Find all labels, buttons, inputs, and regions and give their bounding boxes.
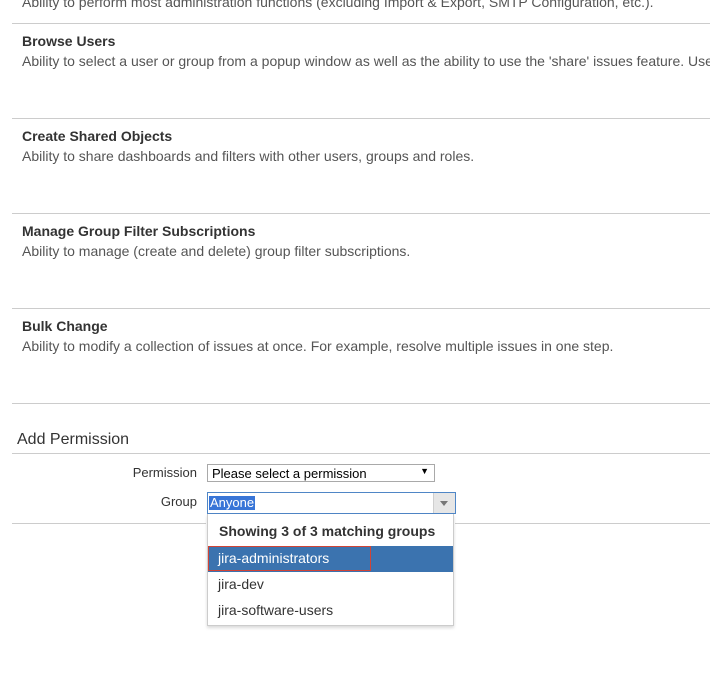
- permission-row-create-shared-objects: Create Shared Objects Ability to share d…: [12, 119, 710, 214]
- dropdown-item-label: jira-dev: [218, 576, 264, 592]
- permission-title: Browse Users: [22, 33, 116, 49]
- dropdown-item-jira-administrators[interactable]: jira-administrators: [208, 546, 453, 572]
- chevron-down-icon: ▼: [420, 466, 429, 476]
- permission-label: Permission: [132, 465, 197, 480]
- chevron-down-icon: [440, 501, 448, 506]
- permission-description: Ability to share dashboards and filters …: [22, 148, 475, 164]
- permission-description: Ability to select a user or group from a…: [22, 53, 710, 69]
- permission-select[interactable]: Please select a permission ▼: [207, 464, 435, 482]
- permission-description: Ability to modify a collection of issues…: [22, 338, 614, 354]
- dropdown-item-label: jira-administrators: [218, 550, 330, 566]
- add-permission-heading: Add Permission: [17, 431, 130, 448]
- group-dropdown-button[interactable]: [433, 493, 455, 513]
- group-picker-input[interactable]: Anyone: [207, 492, 456, 514]
- permission-row-bulk-change: Bulk Change Ability to modify a collecti…: [12, 309, 710, 404]
- dropdown-item-jira-dev[interactable]: jira-dev: [208, 572, 453, 598]
- permission-title: Manage Group Filter Subscriptions: [22, 223, 256, 239]
- permission-title: Create Shared Objects: [22, 128, 173, 144]
- dropdown-header: Showing 3 of 3 matching groups: [219, 523, 436, 539]
- permission-row-divider: [12, 0, 710, 24]
- section-divider: [12, 523, 206, 524]
- permission-select-value: Please select a permission: [212, 466, 367, 481]
- permission-row-manage-group-filter-subscriptions: Manage Group Filter Subscriptions Abilit…: [12, 214, 710, 309]
- section-divider: [455, 523, 710, 524]
- group-suggestions-dropdown: Showing 3 of 3 matching groups jira-admi…: [207, 514, 454, 626]
- permission-row-browse-users: Browse Users Ability to select a user or…: [12, 24, 710, 119]
- permission-description: Ability to manage (create and delete) gr…: [22, 243, 411, 259]
- group-input-value: Anyone: [209, 495, 256, 510]
- group-label: Group: [160, 494, 197, 509]
- dropdown-item-jira-software-users[interactable]: jira-software-users: [208, 598, 453, 624]
- permission-title: Bulk Change: [22, 318, 108, 334]
- dropdown-item-label: jira-software-users: [218, 602, 334, 618]
- section-divider: [12, 453, 710, 454]
